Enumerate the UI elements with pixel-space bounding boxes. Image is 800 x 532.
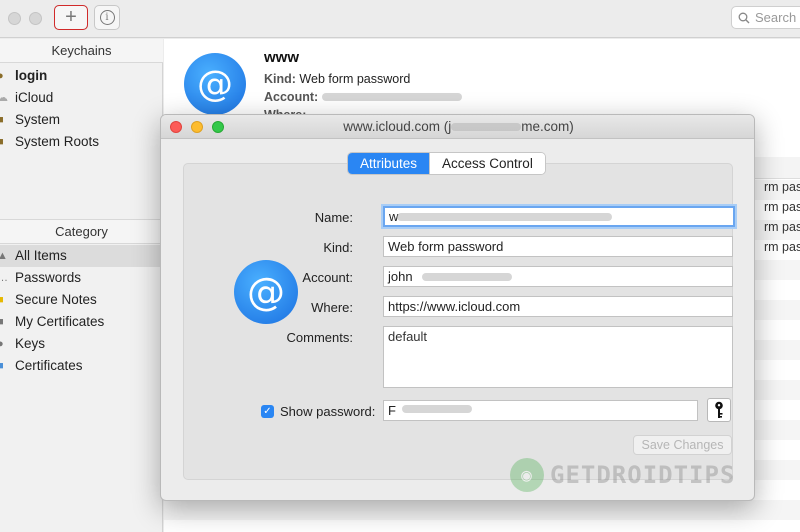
sidebar-item-label: My Certificates	[15, 314, 105, 329]
cabinet-icon: ■	[0, 136, 4, 148]
zoom-button[interactable]	[212, 121, 224, 133]
sidebar: Keychains ● login ☁ iCloud ■ System ■ Sy…	[0, 39, 163, 532]
sidebar-item-label: All Items	[15, 248, 67, 263]
name-label: Name:	[314, 210, 353, 225]
key-icon: ●	[0, 338, 4, 350]
item-title: www	[264, 49, 300, 66]
account-value: john	[388, 269, 413, 284]
show-password-checkbox[interactable]: ✓	[261, 405, 274, 418]
save-changes-button[interactable]: Save Changes	[633, 435, 732, 455]
dialog-title: www.icloud.com (j	[343, 119, 452, 134]
sidebar-item-login[interactable]: ● login	[0, 65, 163, 87]
row-kind: rm passw	[764, 200, 800, 214]
window-toolbar: + i Search	[0, 0, 800, 38]
sidebar-item-secure-notes[interactable]: ■ Secure Notes	[0, 289, 163, 311]
name-field[interactable]: w	[383, 206, 735, 227]
table-row	[164, 500, 800, 520]
password-value: F	[388, 403, 396, 418]
dialog-title-suffix: me.com)	[521, 119, 574, 134]
sidebar-item-system-roots[interactable]: ■ System Roots	[0, 131, 163, 153]
category-header: Category	[0, 219, 163, 244]
item-kind: Kind: Web form password	[264, 72, 410, 86]
comments-label: Comments:	[286, 330, 353, 345]
sidebar-item-label: Keys	[15, 336, 46, 351]
sidebar-item-my-certificates[interactable]: ■ My Certificates	[0, 311, 163, 333]
kind-value: Web form password	[299, 72, 411, 86]
item-account: Account:	[264, 90, 462, 104]
account-field[interactable]: john	[383, 266, 733, 287]
dots-icon: …	[0, 272, 8, 284]
sidebar-item-certificates[interactable]: ■ Certificates	[0, 355, 163, 377]
lock-icon: ●	[0, 70, 4, 82]
sidebar-item-system[interactable]: ■ System	[0, 109, 163, 131]
row-kind: rm passw	[764, 220, 800, 234]
redacted-password	[402, 405, 472, 413]
tab-bar: Attributes Access Control	[347, 152, 546, 175]
sidebar-item-label: System Roots	[15, 134, 100, 149]
kind-field[interactable]: Web form password	[383, 236, 733, 257]
kind-label: Kind:	[264, 72, 296, 86]
key-button[interactable]	[707, 398, 731, 422]
lock-icon: ■	[0, 114, 4, 126]
kind-label: Kind:	[323, 240, 353, 255]
sidebar-item-all-items[interactable]: ▲ All Items	[0, 245, 163, 267]
redacted-account	[422, 273, 512, 281]
certificate-icon: ■	[0, 360, 4, 372]
watermark: ◉ GETDROIDTIPS	[510, 458, 735, 492]
note-icon: ■	[0, 294, 4, 306]
row-kind: rm passw	[764, 180, 800, 194]
sidebar-item-label: login	[15, 68, 48, 83]
close-button-inactive[interactable]	[8, 12, 21, 25]
info-button[interactable]: i	[94, 5, 120, 30]
plus-icon: +	[65, 6, 77, 28]
robot-logo-icon: ◉	[510, 458, 544, 492]
watermark-text: GETDROIDTIPS	[550, 461, 736, 489]
minimize-button[interactable]	[191, 121, 203, 133]
item-info-dialog: www.icloud.com (j me.com) @ Name: w Kind:…	[160, 114, 755, 501]
attributes-panel: @ Name: w Kind: Web form password Accoun…	[183, 163, 735, 480]
redacted-account	[321, 93, 462, 101]
info-icon: i	[99, 10, 115, 25]
certificate-icon: ■	[0, 316, 4, 328]
show-password-label: Show password:	[280, 404, 376, 419]
tab-access-control[interactable]: Access Control	[429, 153, 545, 174]
keychains-header: Keychains	[0, 39, 163, 63]
comments-field[interactable]: default	[383, 326, 733, 388]
where-label: Where:	[311, 300, 353, 315]
sidebar-item-label: System	[15, 112, 61, 127]
password-field[interactable]: F	[383, 400, 698, 421]
search-icon	[738, 12, 750, 23]
key-icon	[715, 401, 723, 418]
dialog-titlebar: www.icloud.com (j me.com)	[161, 115, 754, 139]
at-sign-icon: @	[184, 53, 246, 115]
minimize-button-inactive[interactable]	[29, 12, 42, 25]
sidebar-item-keys[interactable]: ● Keys	[0, 333, 163, 355]
where-field[interactable]: https://www.icloud.com	[383, 296, 733, 317]
redacted-title	[451, 123, 522, 131]
sidebar-item-passwords[interactable]: … Passwords	[0, 267, 163, 289]
cloud-icon: ☁	[0, 92, 8, 104]
sidebar-item-label: iCloud	[15, 90, 54, 105]
tab-attributes[interactable]: Attributes	[348, 153, 430, 174]
people-icon: ▲	[0, 250, 8, 262]
sidebar-item-label: Secure Notes	[15, 292, 97, 307]
add-item-button[interactable]: +	[54, 5, 88, 30]
close-button[interactable]	[170, 121, 182, 133]
search-placeholder: Search	[755, 10, 797, 25]
account-label: Account:	[302, 270, 353, 285]
row-kind: rm passw	[764, 240, 800, 254]
sidebar-item-icloud[interactable]: ☁ iCloud	[0, 87, 163, 109]
search-field[interactable]: Search	[731, 6, 800, 29]
sidebar-item-label: Passwords	[15, 270, 82, 285]
account-label: Account:	[264, 90, 319, 104]
sidebar-item-label: Certificates	[15, 358, 83, 373]
redacted-name	[397, 213, 612, 221]
